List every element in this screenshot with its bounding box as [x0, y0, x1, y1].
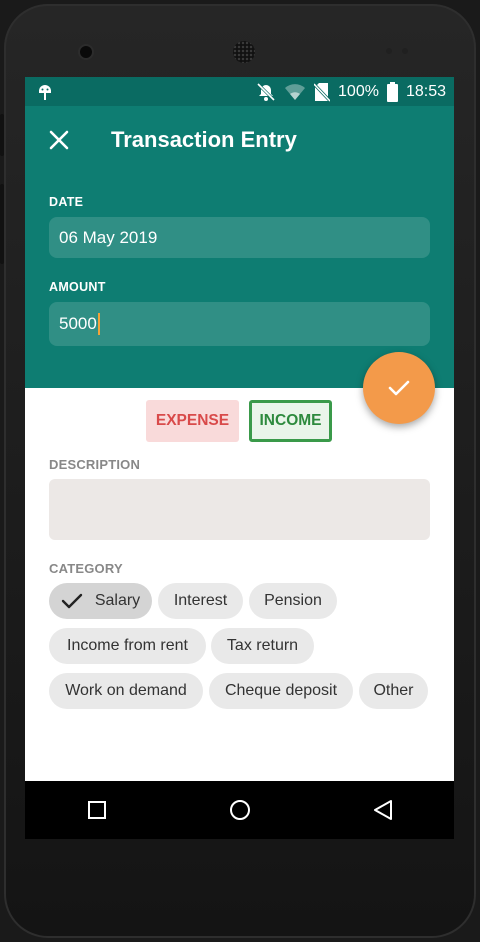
chip-label: Pension [264, 592, 322, 609]
transaction-type-toggle: EXPENSE INCOME [25, 400, 454, 442]
chip-label: Salary [94, 592, 141, 609]
wifi-icon [284, 83, 306, 101]
date-value: 06 May 2019 [59, 227, 158, 247]
chip-label: Interest [173, 592, 228, 609]
notifications-off-icon [256, 82, 276, 102]
chip-label: Cheque deposit [224, 682, 338, 699]
android-debug-icon [37, 83, 53, 101]
description-label: DESCRIPTION [49, 457, 141, 472]
system-nav-bar [25, 781, 454, 839]
amount-label: AMOUNT [49, 280, 106, 294]
income-button[interactable]: INCOME [249, 400, 332, 442]
chip-label: Income from rent [67, 637, 188, 654]
description-input[interactable] [49, 479, 430, 540]
category-chip-tax-return[interactable]: Tax return [211, 628, 314, 664]
proximity-sensor [402, 48, 408, 54]
date-field[interactable]: 06 May 2019 [49, 217, 430, 258]
page-title: Transaction Entry [111, 127, 297, 152]
phone-side-button [0, 184, 4, 264]
phone-side-button [0, 114, 4, 156]
no-sim-icon [314, 82, 331, 102]
battery-percent: 100% [338, 82, 379, 100]
amount-value: 5000 [59, 314, 97, 333]
app-screen: 100% 18:53 Transaction Entry DATE 06 May… [25, 77, 454, 839]
date-label: DATE [49, 195, 84, 209]
category-chip-cheque-deposit[interactable]: Cheque deposit [209, 673, 353, 709]
category-chip-salary[interactable]: Salary [49, 583, 152, 619]
category-chip-income-from-rent[interactable]: Income from rent [49, 628, 206, 664]
clock: 18:53 [405, 82, 446, 100]
category-chip-pension[interactable]: Pension [249, 583, 337, 619]
status-bar: 100% 18:53 [25, 77, 454, 106]
close-icon [49, 130, 69, 150]
toolbar: Transaction Entry [25, 106, 454, 174]
earpiece-speaker [233, 41, 255, 63]
back-button[interactable] [353, 785, 413, 835]
category-label: CATEGORY [49, 561, 123, 576]
category-chip-work-on-demand[interactable]: Work on demand [49, 673, 203, 709]
recents-button[interactable] [67, 785, 127, 835]
category-chip-other[interactable]: Other [359, 673, 428, 709]
expense-button[interactable]: EXPENSE [146, 400, 239, 442]
proximity-sensor [386, 48, 392, 54]
category-chip-interest[interactable]: Interest [158, 583, 243, 619]
home-circle-icon [229, 800, 250, 820]
amount-field[interactable]: 5000 [49, 302, 430, 346]
check-icon [388, 380, 410, 396]
back-triangle-icon [373, 800, 392, 820]
battery-icon [386, 81, 398, 102]
front-camera [80, 46, 92, 58]
text-cursor [97, 313, 100, 335]
chip-label: Other [373, 682, 414, 699]
chip-label: Tax return [226, 637, 299, 654]
chip-label: Work on demand [65, 682, 187, 699]
recents-square-icon [87, 801, 106, 819]
home-button[interactable] [210, 785, 270, 835]
close-button[interactable] [34, 115, 84, 165]
check-icon [61, 593, 83, 609]
header-panel: Transaction Entry DATE 06 May 2019 AMOUN… [25, 106, 454, 388]
